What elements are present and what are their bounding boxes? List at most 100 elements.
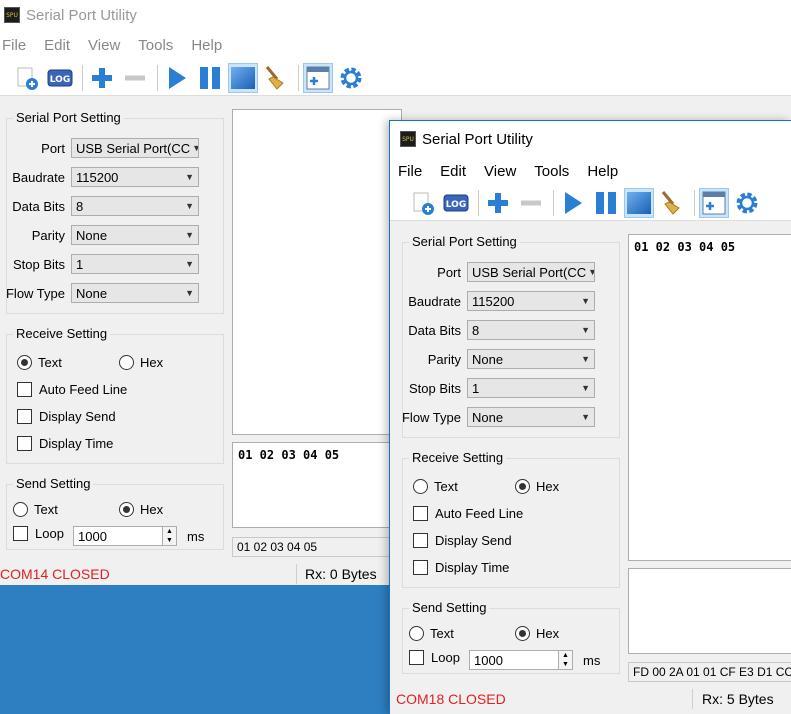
receive-text-label: Text <box>434 479 458 494</box>
toolbar-separator <box>694 189 695 216</box>
window-button[interactable] <box>228 62 258 93</box>
flowtype-select[interactable]: None ▼ <box>467 407 595 427</box>
loop-checkbox[interactable]: Loop <box>409 650 460 665</box>
chevron-down-icon: ▼ <box>185 259 194 269</box>
send-setting-group: Send Setting Text Hex Loop 1000 ▲ ▼ ms <box>402 600 620 674</box>
play-button[interactable] <box>162 63 192 93</box>
loop-checkbox[interactable]: Loop <box>13 526 64 541</box>
clear-button[interactable] <box>657 188 687 218</box>
window-title: Serial Port Utility <box>422 130 533 148</box>
app-icon: SPU <box>4 7 20 23</box>
add-icon <box>488 192 508 213</box>
databits-value: 8 <box>76 198 84 214</box>
clear-button[interactable] <box>261 63 291 93</box>
receive-setting-group: Receive Setting Text Hex Auto Feed Line … <box>402 450 620 588</box>
auto-feed-checkbox[interactable]: Auto Feed Line <box>17 382 127 397</box>
receive-textbox[interactable]: 01 02 03 04 05 <box>628 234 791 561</box>
baudrate-select[interactable]: 115200 ▼ <box>71 167 199 187</box>
radio-on <box>17 355 32 370</box>
baudrate-select[interactable]: 115200 ▼ <box>467 291 595 311</box>
broom-icon <box>661 190 680 215</box>
chevron-down-icon: ▼ <box>588 267 594 277</box>
remove-button[interactable] <box>516 188 546 218</box>
toolbar-separator <box>157 64 158 91</box>
spin-buttons[interactable]: ▲ ▼ <box>558 651 572 669</box>
receive-hex-radio[interactable]: Hex <box>119 355 163 370</box>
display-time-checkbox[interactable]: Display Time <box>17 436 113 451</box>
checkbox-box <box>17 436 32 451</box>
settings-button[interactable] <box>336 63 366 93</box>
add-button[interactable] <box>483 188 513 218</box>
display-time-checkbox[interactable]: Display Time <box>413 560 509 575</box>
databits-select[interactable]: 8 ▼ <box>467 320 595 340</box>
databits-select[interactable]: 8 ▼ <box>71 196 199 216</box>
receive-textbox[interactable] <box>232 109 402 435</box>
parity-select[interactable]: None ▼ <box>71 225 199 245</box>
receive-text-radio[interactable]: Text <box>413 479 458 494</box>
status-divider <box>692 689 693 709</box>
remove-button[interactable] <box>120 63 150 93</box>
group-title: Send Setting <box>409 600 490 615</box>
title-bar[interactable]: SPU Serial Port Utility <box>0 0 791 30</box>
loop-interval-spinbox[interactable]: 1000 ▲ ▼ <box>73 526 177 546</box>
port-select[interactable]: USB Serial Port(CC▼ <box>467 262 595 282</box>
client-area: Serial Port Setting Port USB Serial Port(… <box>390 221 791 714</box>
menu-help[interactable]: Help <box>191 37 222 54</box>
pause-icon <box>596 191 616 214</box>
new-log-button[interactable] <box>408 188 438 218</box>
display-time-label: Display Time <box>435 560 510 575</box>
new-log-button[interactable] <box>12 63 42 93</box>
display-send-checkbox[interactable]: Display Send <box>413 533 512 548</box>
send-textbox[interactable] <box>628 568 791 654</box>
menu-tools[interactable]: Tools <box>534 163 569 180</box>
chevron-down-icon: ▼ <box>185 288 194 298</box>
log-button[interactable]: LOG <box>45 63 75 93</box>
stopbits-select[interactable]: 1 ▼ <box>71 254 199 274</box>
radio-off <box>409 626 424 641</box>
auto-feed-checkbox[interactable]: Auto Feed Line <box>413 506 523 521</box>
send-text-label: Text <box>430 626 454 641</box>
menu-view[interactable]: View <box>88 37 120 54</box>
menu-file[interactable]: File <box>398 163 422 180</box>
serial-port-setting-group: Serial Port Setting Port USB Serial Port(… <box>402 234 620 438</box>
layout-button[interactable] <box>699 187 729 218</box>
window-button[interactable] <box>624 187 654 218</box>
stopbits-select[interactable]: 1 ▼ <box>467 378 595 398</box>
send-hex-radio[interactable]: Hex <box>119 502 163 517</box>
send-text-radio[interactable]: Text <box>409 626 454 641</box>
menu-help[interactable]: Help <box>587 163 618 180</box>
chevron-down-icon: ▼ <box>192 143 198 153</box>
add-button[interactable] <box>87 63 117 93</box>
loop-label: Loop <box>431 650 460 665</box>
pause-icon <box>200 66 220 89</box>
spin-buttons[interactable]: ▲ ▼ <box>162 527 176 545</box>
pause-button[interactable] <box>195 63 225 93</box>
window-title: Serial Port Utility <box>26 6 137 24</box>
log-button[interactable]: LOG <box>441 188 471 218</box>
receive-text-radio[interactable]: Text <box>17 355 62 370</box>
window-icon <box>627 191 651 214</box>
menu-view[interactable]: View <box>484 163 516 180</box>
layout-button[interactable] <box>303 62 333 93</box>
menu-edit[interactable]: Edit <box>44 37 70 54</box>
receive-hex-label: Hex <box>140 355 164 370</box>
send-text-radio[interactable]: Text <box>13 502 58 517</box>
parity-select[interactable]: None ▼ <box>467 349 595 369</box>
radio-on <box>515 626 530 641</box>
receive-hex-radio[interactable]: Hex <box>515 479 559 494</box>
menu-tools[interactable]: Tools <box>138 37 173 54</box>
menu-edit[interactable]: Edit <box>440 163 466 180</box>
display-send-checkbox[interactable]: Display Send <box>17 409 116 424</box>
menu-bar: File Edit View Tools Help <box>0 30 791 60</box>
send-hex-radio[interactable]: Hex <box>515 626 559 641</box>
send-textbox[interactable]: 01 02 03 04 05 <box>232 442 402 528</box>
loop-interval-value: 1000 <box>474 652 503 668</box>
port-select[interactable]: USB Serial Port(CC▼ <box>71 138 199 158</box>
pause-button[interactable] <box>591 188 621 218</box>
title-bar[interactable]: SPU Serial Port Utility <box>390 121 791 157</box>
loop-interval-spinbox[interactable]: 1000 ▲ ▼ <box>469 650 573 670</box>
menu-file[interactable]: File <box>2 37 26 54</box>
play-button[interactable] <box>558 188 588 218</box>
flowtype-select[interactable]: None ▼ <box>71 283 199 303</box>
settings-button[interactable] <box>732 188 762 218</box>
